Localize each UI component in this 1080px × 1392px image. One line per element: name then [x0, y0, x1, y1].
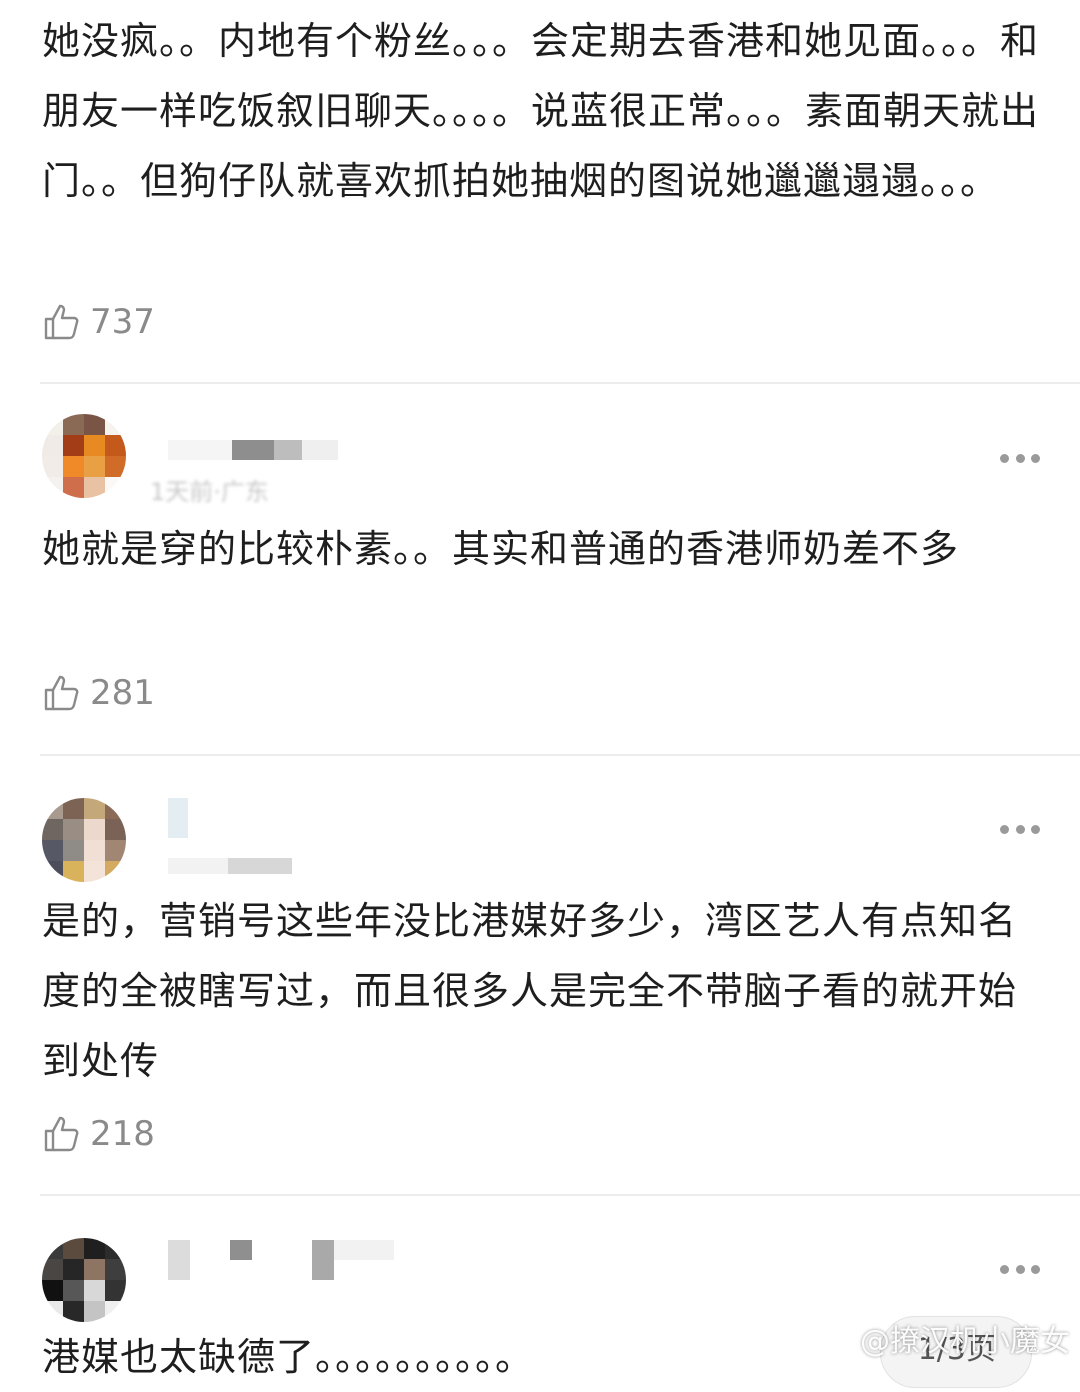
username[interactable]	[168, 1240, 394, 1280]
thumbs-up-icon	[44, 675, 79, 711]
avatar[interactable]	[42, 1238, 126, 1322]
avatar[interactable]	[42, 798, 126, 882]
divider	[40, 1194, 1080, 1196]
like-count: 218	[90, 1114, 155, 1154]
comment-text: 她没疯。。内地有个粉丝。。。会定期去香港和她见面。。。和朋友一样吃饭叙旧聊天。。…	[42, 19, 1040, 203]
like-button[interactable]: 281	[42, 671, 155, 715]
username[interactable]	[168, 798, 188, 838]
like-count: 281	[90, 673, 155, 713]
more-options-icon[interactable]	[1000, 452, 1040, 464]
comment-meta: 1天前·广东	[150, 478, 269, 506]
thumbs-up-icon	[44, 304, 79, 340]
weibo-logo-icon	[812, 1324, 850, 1354]
username[interactable]	[168, 440, 338, 460]
like-count: 737	[90, 302, 155, 342]
watermark: @撩汉机小魔女	[812, 1316, 1070, 1360]
comment-text: 是的，营销号这些年没比港媒好多少，湾区艺人有点知名度的全被瞎写过，而且很多人是完…	[42, 899, 1018, 1083]
more-options-icon[interactable]	[1000, 1263, 1040, 1275]
comment-text: 她就是穿的比较朴素。。其实和普通的香港师奶差不多	[42, 527, 960, 571]
comment-text: 港媒也太缺德了。。。。。。。。。。	[42, 1335, 535, 1379]
like-button[interactable]: 218	[42, 1112, 155, 1156]
divider	[40, 754, 1080, 756]
divider	[40, 382, 1080, 384]
thumbs-up-icon	[44, 1116, 79, 1152]
watermark-text: @撩汉机小魔女	[860, 1324, 1070, 1359]
avatar[interactable]	[42, 414, 126, 498]
more-options-icon[interactable]	[1000, 823, 1040, 835]
comment-meta	[168, 858, 292, 874]
like-button[interactable]: 737	[42, 300, 155, 344]
